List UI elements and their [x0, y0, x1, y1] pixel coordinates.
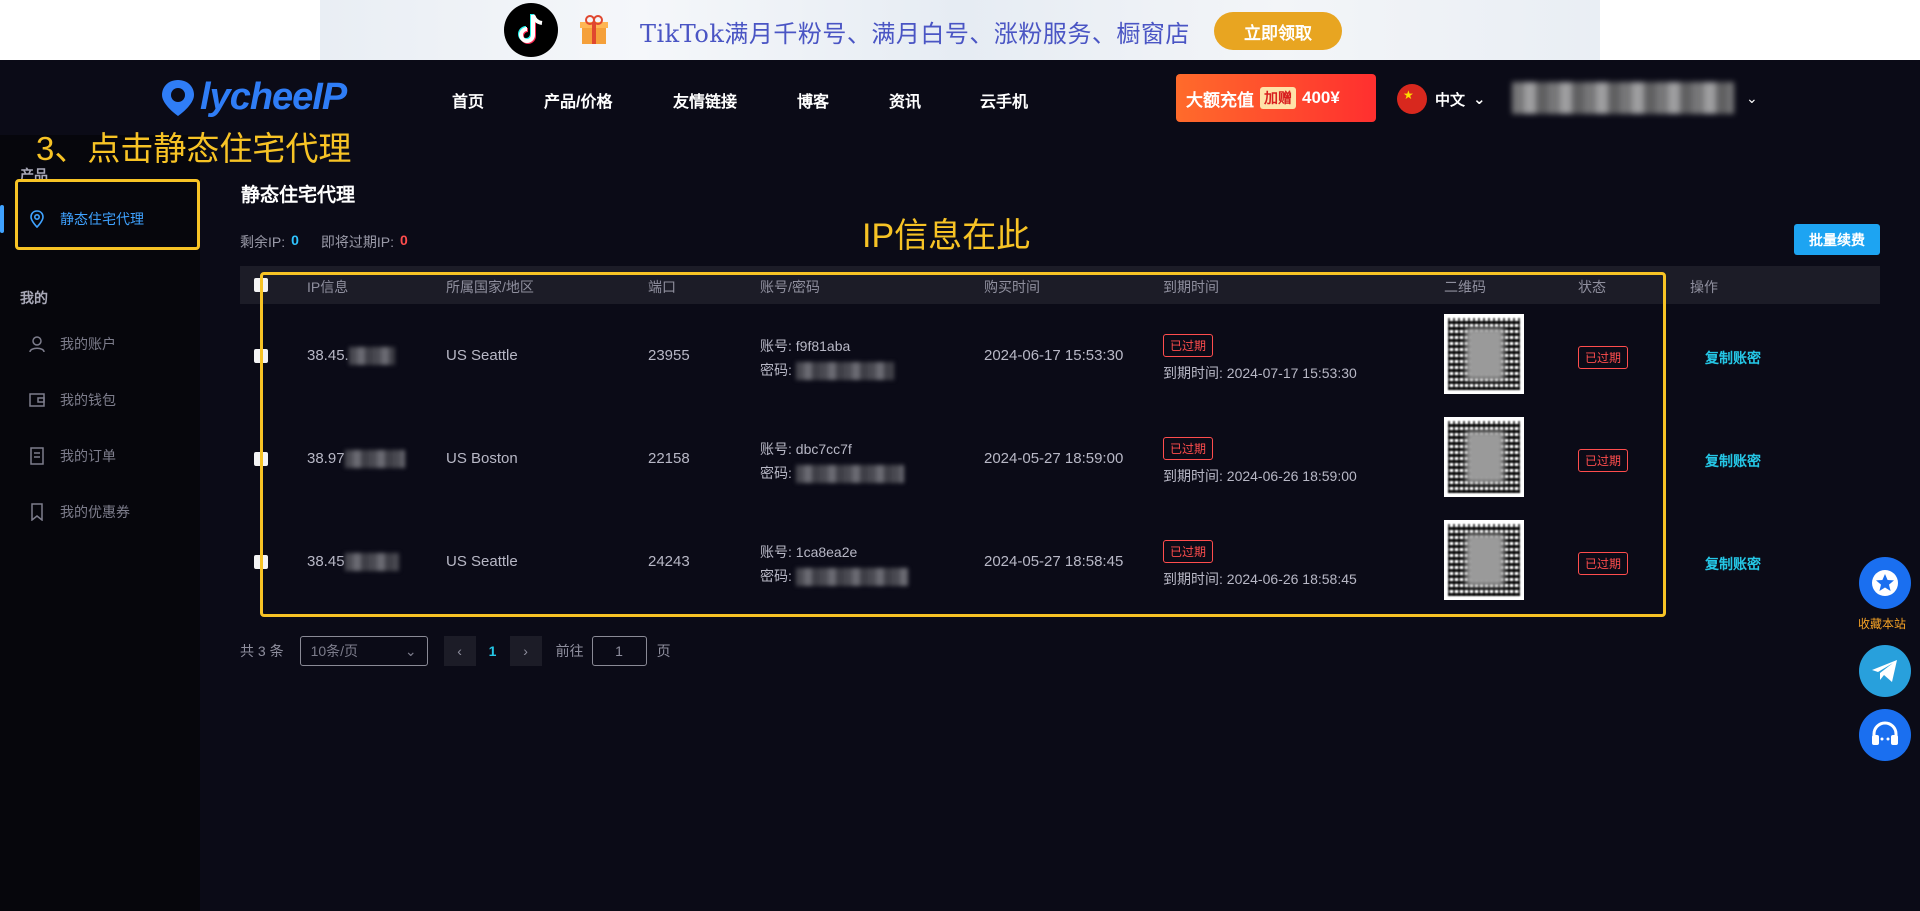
wallet-icon: [29, 393, 45, 407]
prev-page-button[interactable]: ‹: [443, 636, 476, 666]
sidebar-item-my-coupons[interactable]: 我的优惠券: [0, 494, 200, 530]
claim-now-button[interactable]: 立即领取: [1214, 12, 1342, 50]
page-size-value: 10条/页: [310, 643, 359, 659]
pagination: 共 3 条 10条/页 ⌄ ‹ 1 › 前往 页: [240, 636, 671, 666]
nav-news[interactable]: 资讯: [889, 88, 921, 112]
user-account-menu[interactable]: [1512, 82, 1734, 114]
headset-icon: [1872, 721, 1898, 745]
sidebar-item-my-orders[interactable]: 我的订单: [0, 438, 200, 474]
pagination-total: 共 3 条: [240, 643, 284, 659]
expiring-ip-count: 0: [400, 232, 408, 248]
chevron-down-icon: ⌄: [1473, 91, 1486, 108]
goto-page-input[interactable]: [591, 636, 647, 666]
nav-friend-links[interactable]: 友情链接: [673, 88, 737, 112]
annotation-highlight-table: [260, 272, 1666, 617]
customer-service-button[interactable]: [1859, 709, 1911, 761]
remaining-ip-count: 0: [291, 232, 299, 248]
next-page-button[interactable]: ›: [509, 636, 542, 666]
lycheeip-logo[interactable]: lycheeIP: [160, 76, 347, 119]
annotation-highlight-sidebar: [15, 179, 200, 250]
telegram-button[interactable]: [1859, 645, 1911, 697]
favorite-site-button[interactable]: [1859, 557, 1911, 609]
sidebar-item-label: 我的订单: [60, 448, 116, 464]
remaining-ip-label: 剩余IP:: [240, 234, 286, 250]
promo-amount: 400¥: [1302, 88, 1340, 107]
copy-credentials-button[interactable]: 复制账密: [1705, 451, 1761, 471]
user-icon: [29, 336, 45, 353]
annotation-step-text: 3、点击静态住宅代理: [36, 130, 352, 167]
goto-label: 前往: [555, 643, 584, 659]
nav-products-pricing[interactable]: 产品/价格: [544, 88, 612, 112]
sidebar-item-my-wallet[interactable]: 我的钱包: [0, 382, 200, 418]
sidebar-item-label: 我的优惠券: [60, 504, 130, 520]
chevron-right-icon: ›: [523, 643, 528, 659]
copy-credentials-button[interactable]: 复制账密: [1705, 348, 1761, 368]
tiktok-logo-icon: [504, 3, 558, 57]
batch-renew-button[interactable]: 批量续费: [1794, 224, 1880, 255]
expiring-ip-label: 即将过期IP:: [320, 234, 395, 250]
page-title: 静态住宅代理: [241, 185, 356, 206]
column-header-actions: 操作: [1690, 279, 1718, 295]
sidebar-item-label: 我的钱包: [60, 392, 116, 408]
china-flag-icon: [1397, 84, 1427, 114]
chevron-down-icon: ⌄: [404, 642, 417, 659]
annotation-ip-info-text: IP信息在此: [862, 217, 1031, 255]
recharge-promo-banner[interactable]: 大额充值 加赠 400¥: [1176, 74, 1376, 122]
location-pin-logo-icon: [162, 79, 194, 116]
page-size-select[interactable]: 10条/页 ⌄: [299, 636, 428, 666]
sidebar: 产品 静态住宅代理 我的 我的账户 我的钱包 我的订单 我的优惠券: [0, 135, 200, 911]
document-icon: [30, 447, 44, 465]
page-suffix: 页: [656, 643, 671, 659]
nav-blog[interactable]: 博客: [797, 88, 829, 112]
nav-cloud-phone[interactable]: 云手机: [980, 88, 1028, 112]
top-promo-banner[interactable]: TikTok满月千粉号、满月白号、涨粉服务、橱窗店 立即领取: [0, 0, 1920, 60]
bookmark-icon: [31, 503, 43, 521]
logo-text: lycheeIP: [200, 76, 347, 118]
current-page[interactable]: 1: [476, 643, 510, 659]
chevron-down-icon[interactable]: ⌄: [1746, 90, 1758, 107]
sidebar-heading-mine: 我的: [20, 290, 48, 306]
ip-stats: 剩余IP: 0 即将过期IP: 0: [240, 232, 424, 252]
banner-text: TikTok满月千粉号、满月白号、涨粉服务、橱窗店: [640, 20, 1190, 48]
gift-icon: [580, 15, 608, 44]
sidebar-item-label: 我的账户: [60, 336, 116, 352]
sidebar-item-my-account[interactable]: 我的账户: [0, 326, 200, 362]
star-icon: [1872, 570, 1898, 596]
telegram-icon: [1872, 660, 1897, 682]
copy-credentials-button[interactable]: 复制账密: [1705, 554, 1761, 574]
promo-tag: 加赠: [1260, 87, 1296, 109]
language-label: 中文: [1435, 91, 1466, 109]
chevron-left-icon: ‹: [457, 643, 462, 659]
favorite-site-label: 收藏本站: [1858, 617, 1907, 631]
nav-home[interactable]: 首页: [452, 88, 484, 112]
promo-text: 大额充值: [1186, 90, 1254, 110]
language-selector[interactable]: 中文 ⌄: [1397, 84, 1486, 114]
